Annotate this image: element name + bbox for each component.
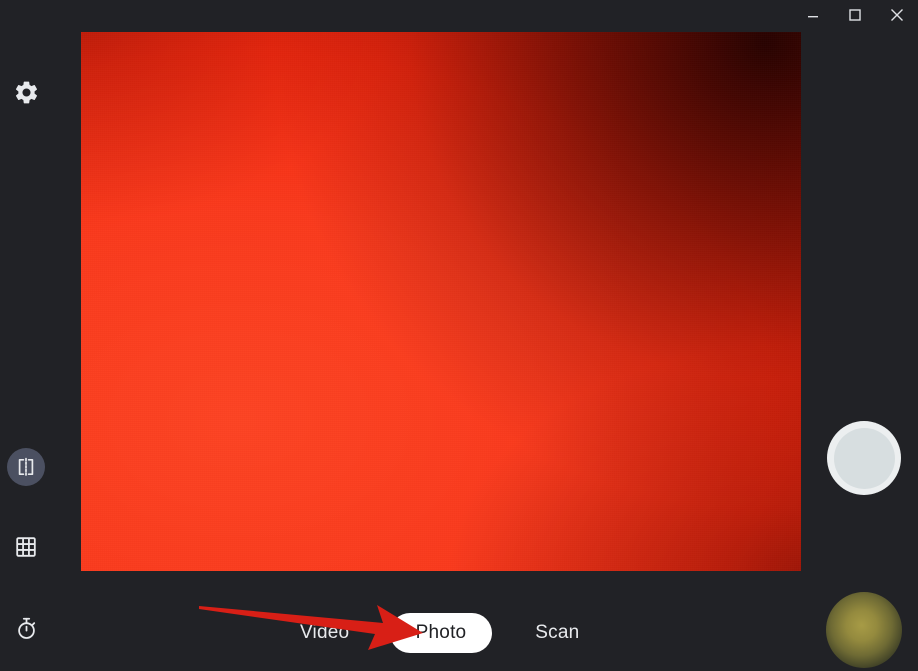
- maximize-button[interactable]: [834, 0, 876, 30]
- shutter-button-icon: [833, 427, 895, 489]
- mode-bar: Video Photo Scan: [81, 600, 801, 666]
- mirror-icon: [14, 455, 38, 479]
- settings-button[interactable]: [7, 73, 45, 111]
- mirroring-button[interactable]: [7, 448, 45, 486]
- grid-icon: [14, 535, 38, 559]
- close-button[interactable]: [876, 0, 918, 30]
- gallery-thumbnail[interactable]: [826, 592, 902, 668]
- minimize-button[interactable]: [792, 0, 834, 30]
- mode-video[interactable]: Video: [260, 622, 390, 644]
- left-toolbar: [0, 0, 81, 671]
- grid-button[interactable]: [7, 528, 45, 566]
- shutter-button[interactable]: [827, 421, 901, 495]
- timer-button[interactable]: [7, 609, 45, 647]
- camera-preview: [81, 32, 801, 571]
- close-icon: [888, 6, 906, 24]
- maximize-icon: [847, 7, 863, 23]
- camera-app-window: Video Photo Scan: [0, 0, 918, 671]
- preview-grain: [81, 32, 801, 571]
- gear-icon: [13, 79, 40, 106]
- minimize-icon: [806, 8, 820, 22]
- mode-scan[interactable]: Scan: [492, 622, 622, 644]
- window-controls: [792, 0, 918, 30]
- timer-icon: [14, 616, 39, 641]
- title-bar: [0, 0, 918, 30]
- mode-photo[interactable]: Photo: [389, 613, 493, 653]
